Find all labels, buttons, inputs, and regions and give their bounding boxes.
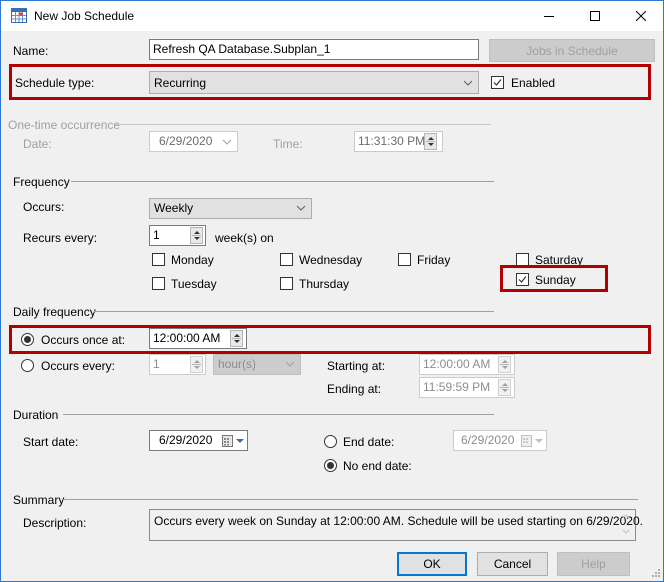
chevron-down-icon	[463, 80, 473, 86]
occurs-every-spinner[interactable]	[190, 356, 203, 373]
frequency-group-label: Frequency	[13, 175, 70, 189]
one-time-divider	[115, 124, 491, 125]
one-time-date-value: 6/29/2020	[159, 134, 213, 148]
friday-label: Friday	[417, 253, 451, 267]
occurs-select[interactable]: Weekly	[149, 198, 312, 219]
minimize-button[interactable]	[526, 1, 572, 31]
thursday-checkbox[interactable]	[280, 277, 293, 290]
close-icon	[636, 11, 646, 21]
daily-frequency-divider	[94, 311, 494, 312]
description-scrollbar[interactable]	[618, 510, 635, 540]
summary-group-label: Summary	[13, 493, 65, 507]
wednesday-checkbox[interactable]	[280, 253, 293, 266]
start-date-picker[interactable]: 6/29/2020	[149, 430, 248, 451]
one-time-time-value: 11:31:30 PM	[358, 134, 426, 148]
occurs-every-value: 1	[153, 357, 160, 371]
recurs-every-label: Recurs every:	[23, 231, 98, 245]
occurs-every-unit-select[interactable]: hour(s)	[213, 354, 301, 375]
description-value: Occurs every week on Sunday at 12:00:00 …	[154, 514, 643, 528]
ending-at-label: Ending at:	[327, 382, 382, 396]
enabled-label: Enabled	[511, 76, 556, 90]
start-date-value: 6/29/2020	[159, 433, 213, 447]
monday-label: Monday	[171, 253, 214, 267]
scroll-down-icon[interactable]	[622, 529, 630, 535]
tuesday-checkbox[interactable]	[152, 277, 165, 290]
starting-at-label: Starting at:	[327, 359, 386, 373]
end-date-label: End date:	[343, 435, 395, 449]
one-time-time-label: Time:	[273, 137, 303, 151]
occurs-label: Occurs:	[23, 200, 65, 214]
occurs-once-time-spinner[interactable]	[230, 330, 243, 347]
occurs-once-radio[interactable]	[21, 333, 34, 346]
cancel-button[interactable]: Cancel	[477, 552, 548, 576]
daily-frequency-group-label: Daily frequency	[13, 305, 96, 319]
monday-checkbox[interactable]	[152, 253, 165, 266]
checkmark-icon	[518, 276, 527, 283]
start-date-label: Start date:	[23, 435, 79, 449]
no-end-date-radio[interactable]	[324, 459, 337, 472]
duration-group-label: Duration	[13, 408, 59, 422]
help-button[interactable]: Help	[557, 552, 630, 576]
end-date-radio[interactable]	[324, 435, 337, 448]
recurs-every-value: 1	[153, 228, 160, 242]
jobs-in-schedule-button[interactable]: Jobs in Schedule	[489, 39, 655, 62]
tuesday-label: Tuesday	[171, 277, 217, 291]
sunday-checkbox[interactable]	[516, 273, 529, 286]
starting-at-spinner[interactable]	[498, 356, 511, 373]
occurs-every-label: Occurs every:	[41, 359, 116, 373]
sunday-label: Sunday	[535, 273, 576, 287]
title-bar: New Job Schedule	[1, 1, 663, 31]
occurs-every-radio[interactable]	[21, 359, 34, 372]
starting-at-value: 12:00:00 AM	[423, 357, 491, 371]
recurs-every-spinner[interactable]	[190, 227, 203, 244]
ending-at-spinner[interactable]	[498, 379, 511, 396]
checkmark-icon	[493, 79, 502, 86]
no-end-date-label: No end date:	[343, 459, 412, 473]
occurs-once-time-value: 12:00:00 AM	[153, 331, 221, 345]
occurs-once-label: Occurs once at:	[41, 333, 126, 347]
new-job-schedule-dialog: New Job Schedule Name: Refresh QA Databa…	[0, 0, 664, 582]
description-label: Description:	[23, 516, 87, 530]
maximize-icon	[590, 11, 600, 21]
schedule-type-select[interactable]: Recurring	[149, 71, 479, 94]
calendar-icon	[222, 435, 233, 447]
summary-divider	[63, 499, 638, 500]
end-date-value: 6/29/2020	[461, 433, 515, 447]
description-textarea[interactable]: Occurs every week on Sunday at 12:00:00 …	[149, 509, 643, 541]
schedule-type-label: Schedule type:	[15, 76, 95, 90]
frequency-divider	[71, 181, 494, 182]
chevron-down-icon	[296, 205, 306, 211]
resize-grip-icon[interactable]	[651, 568, 661, 578]
calendar-grid-icon	[11, 8, 27, 23]
enabled-checkbox[interactable]	[491, 76, 504, 89]
window-title: New Job Schedule	[34, 9, 135, 23]
one-time-date-picker[interactable]: 6/29/2020	[149, 131, 238, 152]
minimize-icon	[544, 16, 554, 17]
dropdown-arrow-icon	[236, 439, 244, 443]
name-input[interactable]: Refresh QA Database.Subplan_1	[149, 39, 479, 60]
recurs-unit-label: week(s) on	[215, 231, 274, 245]
ok-button[interactable]: OK	[397, 552, 467, 576]
one-time-date-label: Date:	[23, 137, 52, 151]
friday-checkbox[interactable]	[398, 253, 411, 266]
one-time-group-label: One-time occurrence	[8, 118, 121, 132]
one-time-time-spinner[interactable]	[424, 133, 437, 150]
wednesday-label: Wednesday	[299, 253, 363, 267]
name-label: Name:	[13, 44, 49, 58]
dropdown-arrow-icon	[535, 439, 543, 443]
close-button[interactable]	[618, 1, 664, 31]
schedule-type-value: Recurring	[154, 76, 207, 90]
thursday-label: Thursday	[299, 277, 350, 291]
scroll-up-icon[interactable]	[622, 513, 630, 519]
ending-at-value: 11:59:59 PM	[423, 380, 491, 394]
occurs-value: Weekly	[154, 201, 194, 215]
chevron-down-icon	[285, 361, 295, 367]
maximize-button[interactable]	[572, 1, 618, 31]
end-date-picker[interactable]: 6/29/2020	[453, 430, 547, 451]
calendar-icon	[521, 435, 532, 447]
chevron-down-icon	[222, 139, 232, 145]
duration-divider	[63, 414, 494, 415]
occurs-every-unit-value: hour(s)	[218, 357, 257, 371]
